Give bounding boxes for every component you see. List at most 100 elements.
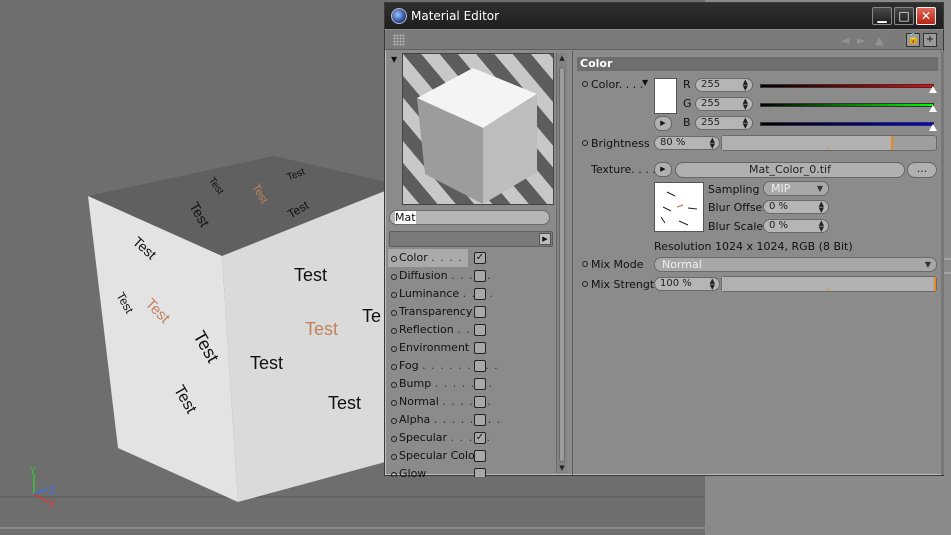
axis-y-label: Y <box>29 465 37 477</box>
b-label: B <box>683 116 691 129</box>
channel-settings-pane: Color Color. . . . ▼ R 255 ▲ ▼ G 255 ▲ ▼ ▶ B… <box>577 57 939 475</box>
channel-label: Transparency <box>399 305 473 318</box>
g-slider[interactable] <box>760 103 934 107</box>
sampling-dropdown[interactable]: MIP ▼ <box>763 181 829 196</box>
channel-diffusion[interactable]: Diffusion . . . . . <box>388 267 556 285</box>
channel-checkbox[interactable] <box>474 324 486 336</box>
maximize-button[interactable]: □ <box>894 7 914 25</box>
title-bar[interactable]: Material Editor ▁ □ ✕ <box>385 3 943 29</box>
channel-checkbox[interactable] <box>474 288 486 300</box>
g-value-input[interactable]: 255 ▲ ▼ <box>695 97 753 111</box>
channel-checkbox[interactable] <box>474 342 486 354</box>
channel-bump[interactable]: Bump . . . . . . . <box>388 375 556 393</box>
channel-checkbox[interactable] <box>474 414 486 426</box>
channel-alpha[interactable]: Alpha . . . . . . . . <box>388 411 556 429</box>
r-slider-handle[interactable] <box>929 86 937 93</box>
scroll-up-icon[interactable]: ▲ <box>557 53 567 63</box>
channel-label: Luminance <box>399 287 460 300</box>
brightness-label: Brightness <box>582 137 650 150</box>
b-slider[interactable] <box>760 122 934 126</box>
blur-offset-label: Blur Offset <box>708 201 767 214</box>
brightness-slider-fill <box>722 136 894 150</box>
channel-luminance[interactable]: Luminance . . . . <box>388 285 556 303</box>
r-value-input[interactable]: 255 ▲ ▼ <box>695 78 753 92</box>
slider-tick <box>828 288 829 291</box>
section-header-color: Color <box>577 57 938 71</box>
mix-strength-slider-fill <box>722 277 936 291</box>
mix-strength-input[interactable]: 100 % ▲ ▼ <box>654 277 720 291</box>
cube-label: Test <box>294 265 327 285</box>
channel-checkbox[interactable] <box>474 306 486 318</box>
color-mode-dropdown-icon[interactable]: ▼ <box>642 78 648 87</box>
channel-label: Glow <box>399 467 427 477</box>
channel-normal[interactable]: Normal . . . . . . <box>388 393 556 411</box>
right-pane-scrollbar[interactable] <box>941 51 944 475</box>
texture-menu-button[interactable]: ▶ <box>654 162 672 177</box>
cube-label-highlight: Test <box>305 319 338 339</box>
channel-color[interactable]: Color . . . . . . . ✓ <box>388 249 486 282</box>
g-label: G <box>683 97 692 110</box>
channel-checkbox[interactable]: ✓ <box>474 432 486 444</box>
mix-strength-slider[interactable] <box>721 276 937 292</box>
mix-mode-label: Mix Mode <box>582 258 644 271</box>
preview-menu-icon[interactable]: ▼ <box>391 55 397 64</box>
channel-label: Color <box>399 251 428 264</box>
texture-browse-button[interactable]: ... <box>907 162 937 178</box>
channel-transparency[interactable]: Transparency <box>388 303 556 321</box>
texture-label: Texture. . . . <box>591 163 656 176</box>
scroll-down-icon[interactable]: ▼ <box>557 463 567 473</box>
brightness-slider[interactable] <box>721 135 937 151</box>
r-label: R <box>683 78 691 91</box>
editor-toolbar: ◄ ► ▲ 🔓 + <box>385 30 943 50</box>
channel-reflection[interactable]: Reflection . . . <box>388 321 556 339</box>
channel-label: Specular Color <box>399 449 480 462</box>
back-arrow-icon: ◄ <box>841 34 850 47</box>
channel-glow[interactable]: Glow <box>388 465 556 477</box>
axis-z-label: Z <box>49 485 56 497</box>
minimize-button[interactable]: ▁ <box>872 7 892 25</box>
channel-checkbox[interactable] <box>474 396 486 408</box>
channel-label: Specular <box>399 431 448 444</box>
material-preview[interactable] <box>402 53 554 205</box>
b-slider-handle[interactable] <box>929 124 937 131</box>
pane-divider[interactable] <box>572 51 573 475</box>
lock-icon[interactable]: 🔓 <box>906 33 920 47</box>
channel-specular[interactable]: Specular . . . . . ✓ <box>388 429 556 447</box>
mix-mode-dropdown[interactable]: Normal ▼ <box>654 257 937 272</box>
blur-scale-label: Blur Scale <box>708 220 764 233</box>
up-arrow-icon: ▲ <box>875 34 884 47</box>
left-pane-scrollbar[interactable]: ▲ ▼ <box>556 53 567 473</box>
channel-selector-bar[interactable]: ▶ <box>389 231 553 247</box>
channel-fog[interactable]: Fog . . . . . . . . . <box>388 357 556 375</box>
r-slider[interactable] <box>760 84 934 88</box>
channel-label: Reflection <box>399 323 454 336</box>
brightness-input[interactable]: 80 % ▲ ▼ <box>654 136 720 150</box>
grip-icon[interactable] <box>393 34 405 46</box>
channel-checkbox[interactable] <box>474 360 486 372</box>
texture-thumbnail[interactable] <box>654 182 704 232</box>
scroll-thumb[interactable] <box>559 67 565 462</box>
blur-scale-input[interactable]: 0 % ▲ ▼ <box>763 219 829 233</box>
material-name-input[interactable]: Mat <box>389 210 550 225</box>
new-panel-icon[interactable]: + <box>923 33 937 47</box>
g-slider-handle[interactable] <box>929 105 937 112</box>
channel-checkbox[interactable]: ✓ <box>474 252 486 264</box>
color-swatch[interactable] <box>654 78 677 114</box>
channel-environment[interactable]: Environment <box>388 339 556 357</box>
texture-resolution-info: Resolution 1024 x 1024, RGB (8 Bit) <box>654 240 853 253</box>
channel-checkbox[interactable] <box>474 450 486 462</box>
cube-label: Test <box>250 353 283 373</box>
channel-specular-color[interactable]: Specular Color <box>388 447 556 465</box>
texture-file-field[interactable]: Mat_Color_0.tif <box>675 162 905 178</box>
window-title: Material Editor <box>411 9 500 23</box>
b-value-input[interactable]: 255 ▲ ▼ <box>695 116 753 130</box>
channel-checkbox[interactable] <box>474 270 486 282</box>
close-button[interactable]: ✕ <box>916 7 936 25</box>
material-editor-window[interactable]: Material Editor ▁ □ ✕ ◄ ► ▲ 🔓 + ▼ ▲ ▼ Ma… <box>384 2 944 477</box>
blur-offset-input[interactable]: 0 % ▲ ▼ <box>763 200 829 214</box>
channel-checkbox[interactable] <box>474 378 486 390</box>
color-expand-button[interactable]: ▶ <box>654 116 672 131</box>
channel-checkbox[interactable] <box>474 468 486 477</box>
play-arrow-icon[interactable]: ▶ <box>539 233 551 245</box>
sampling-label: Sampling <box>708 183 760 196</box>
